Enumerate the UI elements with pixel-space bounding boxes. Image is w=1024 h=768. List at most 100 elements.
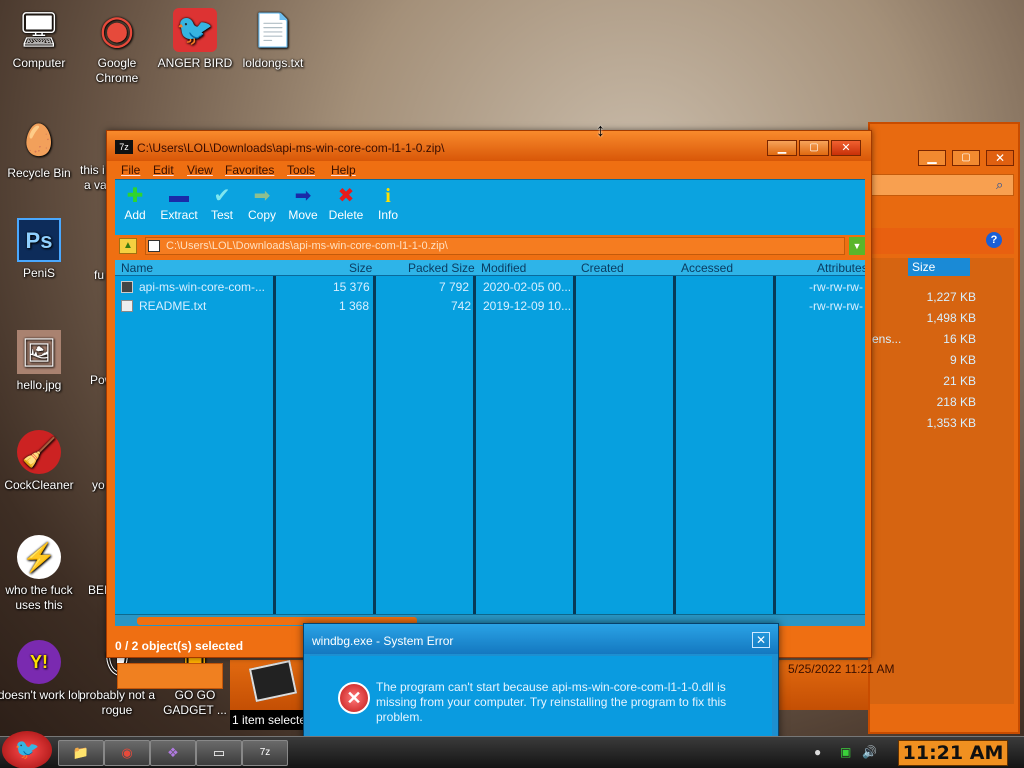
menu-edit[interactable]: Edit: [153, 163, 174, 177]
list-item: 16 KB: [943, 332, 976, 346]
desktop-icon-recycle-bin[interactable]: 🥚 Recycle Bin: [0, 118, 81, 181]
taskbar-clock[interactable]: 11:21 AM: [898, 740, 1008, 766]
column-header-attributes[interactable]: Attributes: [817, 261, 865, 275]
test-button[interactable]: ✔ Test: [207, 184, 237, 222]
desktop-icon-label: Computer: [12, 56, 66, 70]
desktop-icon-cockcleaner[interactable]: 🧹 CockCleaner: [0, 430, 81, 493]
minimize-button[interactable]: ▁: [767, 140, 797, 156]
desktop-icon-label: ANGER BIRD: [157, 56, 233, 70]
angry-bird-start-icon: 🐦: [14, 739, 40, 761]
delete-button[interactable]: ✖ Delete: [327, 184, 365, 222]
copy-icon: ➡: [253, 185, 271, 207]
window-icon: ▭: [212, 745, 226, 760]
column-divider: [473, 276, 476, 614]
menu-favorites[interactable]: Favorites: [225, 163, 274, 177]
desktop-icon-loldongs[interactable]: 📄 loldongs.txt: [231, 8, 315, 71]
tray-dot-icon[interactable]: ●: [814, 745, 821, 759]
taskbar-explorer[interactable]: 📁: [58, 740, 104, 766]
desktop-icon-label: Recycle Bin: [7, 166, 71, 180]
back-window-name-fragment: ens...: [872, 332, 902, 346]
menu-file[interactable]: File: [121, 163, 140, 177]
move-icon: ➡: [294, 185, 312, 207]
desktop-icon-who-uses-this[interactable]: ⚡ who the fuck uses this: [0, 535, 81, 613]
text-file-icon: [121, 300, 133, 312]
selection-status: 0 / 2 object(s) selected: [115, 639, 244, 653]
address-bar: ▲ C:\Users\LOL\Downloads\api-ms-win-core…: [115, 235, 865, 257]
test-icon: ✔: [213, 185, 231, 207]
app-icon: ❖: [167, 745, 179, 760]
address-dropdown-button[interactable]: ▼: [849, 237, 865, 255]
delete-icon: ✖: [337, 185, 355, 207]
folder-up-icon[interactable]: ▲: [119, 238, 137, 254]
thumbnail-preview: [248, 660, 298, 702]
menu-view[interactable]: View: [187, 163, 213, 177]
close-button[interactable]: ✕: [831, 140, 861, 156]
button-label: Add: [124, 208, 146, 222]
dll-file-icon: [121, 281, 133, 293]
button-label: Copy: [247, 208, 276, 222]
computer-icon: 🖥: [17, 10, 61, 49]
menu-help[interactable]: Help: [331, 163, 356, 177]
back-window-left-bar: [117, 663, 223, 689]
explorer-icon: 📁: [72, 745, 90, 760]
7zip-app-icon: 7z: [115, 140, 133, 154]
help-icon[interactable]: ?: [986, 232, 1002, 248]
back-window-size-column-header[interactable]: Size: [908, 258, 970, 276]
column-header-modified[interactable]: Modified: [481, 261, 526, 275]
menu-tools[interactable]: Tools: [287, 163, 315, 177]
table-row[interactable]: README.txt 1 368 742 2019-12-09 10... -r…: [115, 297, 865, 315]
extract-button[interactable]: ▬ Extract: [159, 184, 199, 222]
table-row[interactable]: api-ms-win-core-com-... 15 376 7 792 202…: [115, 278, 865, 296]
file-name: README.txt: [139, 299, 207, 313]
back-window-search-box[interactable]: [870, 174, 1014, 196]
column-divider: [273, 276, 276, 614]
7zip-window[interactable]: 7z C:\Users\LOL\Downloads\api-ms-win-cor…: [106, 130, 872, 658]
desktop-icon-penis[interactable]: Ps PeniS: [0, 218, 81, 281]
list-item: 1,498 KB: [926, 311, 976, 325]
column-header-created[interactable]: Created: [581, 261, 624, 275]
7zip-titlebar[interactable]: 7z C:\Users\LOL\Downloads\api-ms-win-cor…: [107, 131, 871, 161]
list-item: 9 KB: [949, 353, 976, 367]
column-header-accessed[interactable]: Accessed: [681, 261, 733, 275]
back-window-close-button[interactable]: ✕: [986, 150, 1014, 166]
window-title: C:\Users\LOL\Downloads\api-ms-win-core-c…: [137, 141, 445, 155]
maximize-button[interactable]: ▢: [799, 140, 829, 156]
column-header-size[interactable]: Size: [349, 261, 372, 275]
error-icon: ✕: [338, 682, 370, 714]
image-file-icon: 🖼: [17, 330, 61, 374]
column-divider: [373, 276, 376, 614]
button-label: Test: [210, 208, 233, 222]
dialog-close-button[interactable]: ✕: [752, 632, 770, 648]
yahoo-messenger-icon: Y!: [17, 640, 61, 684]
column-header-name[interactable]: Name: [121, 261, 153, 275]
desktop-icon-doesnt-work[interactable]: Y! doesn't work lol: [0, 640, 81, 703]
info-icon: i: [385, 185, 391, 207]
taskbar-7zip[interactable]: 7z: [242, 740, 288, 766]
taskbar-app[interactable]: ❖: [150, 740, 196, 766]
dialog-titlebar[interactable]: windbg.exe - System Error ✕: [304, 624, 778, 654]
start-button[interactable]: 🐦: [2, 731, 52, 768]
back-window-size-list: 1,227 KB 1,498 KB 16 KB 9 KB 21 KB 218 K…: [920, 287, 976, 434]
info-button[interactable]: i Info: [374, 184, 402, 222]
back-window-minimize-button[interactable]: ▁: [918, 150, 946, 166]
back-window-maximize-button[interactable]: ▢: [952, 150, 980, 166]
file-attributes: -rw-rw-rw-: [809, 299, 863, 313]
button-label: Move: [288, 208, 318, 222]
taskbar-chrome[interactable]: ◉: [104, 740, 150, 766]
network-icon[interactable]: ▣: [840, 745, 851, 759]
desktop-icon-anger-bird[interactable]: 🐦 ANGER BIRD: [153, 8, 237, 71]
file-list: api-ms-win-core-com-... 15 376 7 792 202…: [115, 276, 865, 614]
desktop-icon-chrome[interactable]: ◉ Google Chrome: [75, 8, 159, 86]
angry-bird-icon: 🐦: [173, 8, 217, 52]
desktop-icon-computer[interactable]: 🖥 Computer: [0, 8, 81, 71]
add-button[interactable]: ✚ Add: [121, 184, 149, 222]
column-divider: [773, 276, 776, 614]
column-header-packed-size[interactable]: Packed Size: [408, 261, 475, 275]
move-button[interactable]: ➡ Move: [286, 184, 320, 222]
volume-icon[interactable]: 🔊: [862, 745, 877, 759]
back-window-details-date: 5/25/2022 11:21 AM: [788, 662, 895, 676]
desktop-icon-hello-jpg[interactable]: 🖼 hello.jpg: [0, 330, 81, 393]
address-field[interactable]: C:\Users\LOL\Downloads\api-ms-win-core-c…: [145, 237, 845, 255]
copy-button[interactable]: ➡ Copy: [246, 184, 278, 222]
taskbar-window[interactable]: ▭: [196, 740, 242, 766]
